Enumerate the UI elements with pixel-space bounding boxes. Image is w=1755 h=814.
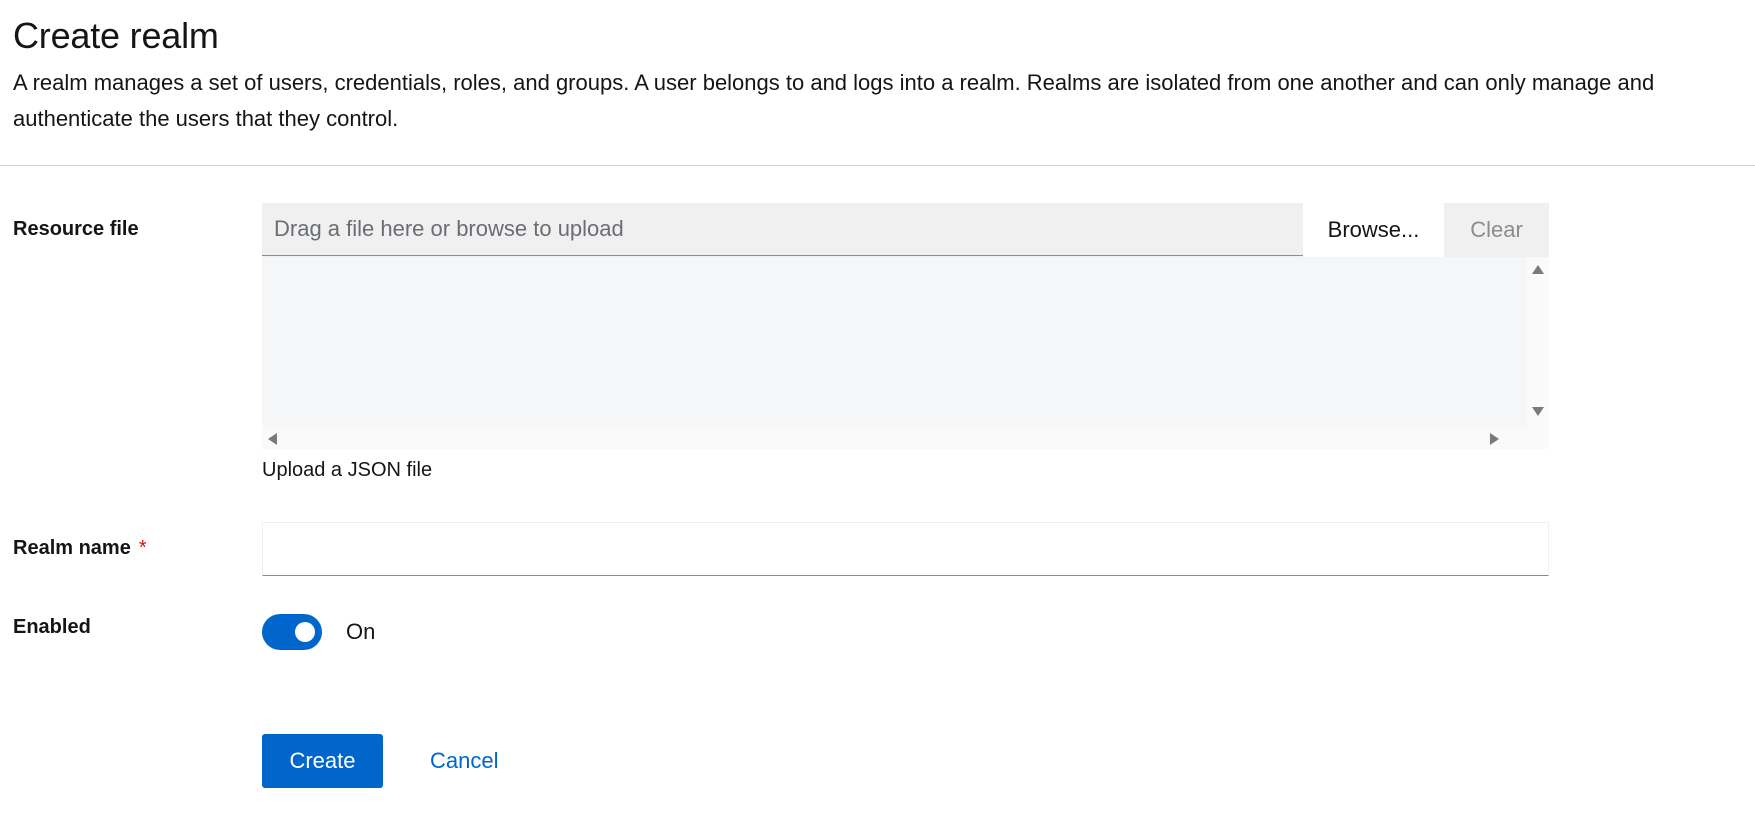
- required-marker: *: [138, 537, 147, 559]
- scroll-right-arrow-icon[interactable]: [1490, 433, 1499, 445]
- toggle-knob: [295, 622, 315, 642]
- enabled-toggle[interactable]: [262, 614, 322, 650]
- page-description: A realm manages a set of users, credenti…: [13, 70, 1655, 131]
- realm-name-label-text: Realm name: [13, 537, 131, 559]
- file-name-input[interactable]: [262, 203, 1303, 256]
- scroll-up-arrow-icon[interactable]: [1532, 265, 1544, 274]
- scroll-left-arrow-icon[interactable]: [268, 433, 277, 445]
- page-header: Create realm A realm manages a set of us…: [13, 14, 1755, 137]
- file-content-area: [262, 257, 1549, 449]
- file-upload-row: Browse... Clear: [262, 203, 1549, 257]
- scroll-down-arrow-icon[interactable]: [1532, 407, 1544, 416]
- file-upload: Browse... Clear: [262, 203, 1549, 449]
- scroll-corner: [1527, 427, 1549, 449]
- clear-button[interactable]: Clear: [1444, 203, 1549, 257]
- header-divider: [0, 165, 1755, 166]
- cancel-button[interactable]: Cancel: [414, 734, 514, 788]
- realm-name-input[interactable]: [262, 522, 1549, 576]
- resource-file-helper-text: Upload a JSON file: [262, 459, 433, 481]
- enabled-state-text: On: [346, 619, 376, 644]
- realm-name-label: Realm name *: [13, 535, 147, 561]
- vertical-scrollbar[interactable]: [1527, 257, 1549, 427]
- resource-file-label: Resource file: [13, 218, 139, 240]
- page-title: Create realm: [13, 15, 219, 56]
- browse-button[interactable]: Browse...: [1303, 203, 1444, 257]
- enabled-label: Enabled: [13, 616, 91, 638]
- create-button[interactable]: Create: [262, 734, 383, 788]
- create-realm-page: Create realm A realm manages a set of us…: [0, 0, 1755, 814]
- horizontal-scrollbar[interactable]: [262, 427, 1527, 449]
- file-content-textarea[interactable]: [262, 257, 1527, 427]
